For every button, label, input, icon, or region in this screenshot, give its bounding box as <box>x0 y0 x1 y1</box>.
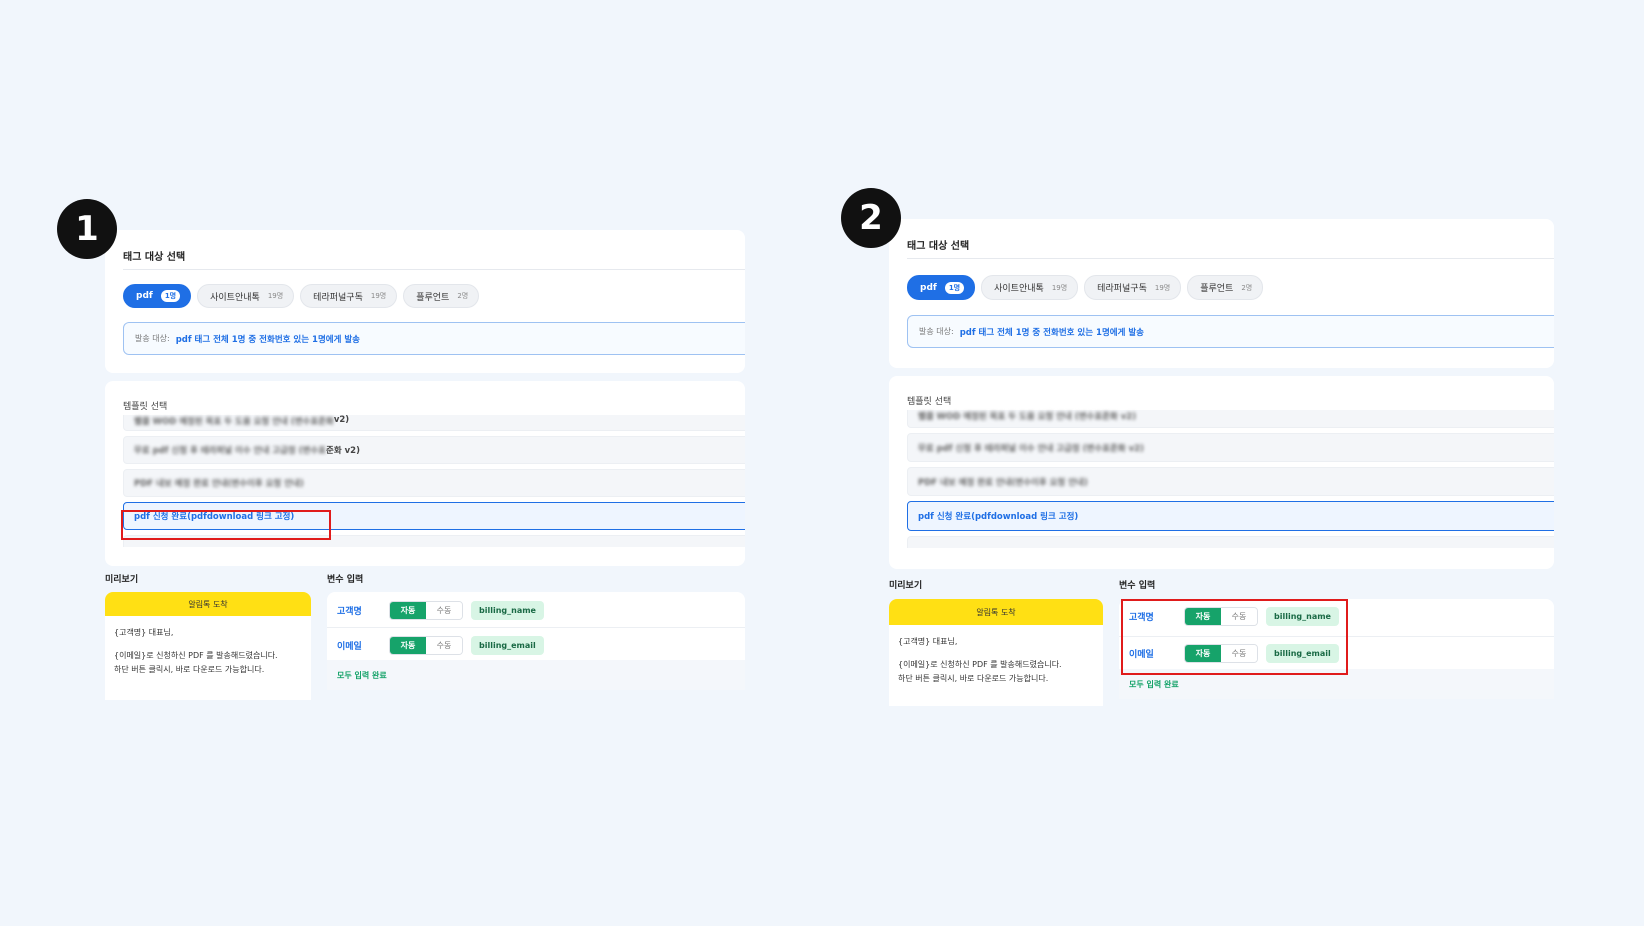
tag-section-title: 태그 대상 선택 <box>907 241 970 252</box>
template-item-name: 무료 pdf 신청 후 테라퍼널 이수 안내 고급정 (변수표 <box>134 446 327 456</box>
tag-chip-label: pdf <box>136 291 153 301</box>
template-section-label: 템플릿 선택 <box>123 402 168 412</box>
tag-chip-terafunnel[interactable]: 테라퍼널구독 19명 <box>1084 275 1182 300</box>
message-preview: 알림톡 도착 {고객명} 대표님, {이메일}로 신청하신 PDF 를 발송해드… <box>889 599 1103 706</box>
variable-value-tag: billing_name <box>471 601 544 620</box>
send-target-box: 발송 대상: pdf 태그 전체 1명 중 전화번호 있는 1명에게 발송 <box>123 322 745 355</box>
tag-target-card: 태그 대상 선택 pdf 1명 사이트안내톡 19명 테라퍼널구독 19명 플루… <box>105 230 745 373</box>
variable-row-customer-name: 고객명 자동 수동 billing_name <box>327 601 745 620</box>
preview-label: 미리보기 <box>889 581 923 591</box>
template-item-name: 무료 pdf 신청 후 테라퍼널 이수 안내 고급정 (변수표준화 v2) <box>918 443 1144 454</box>
send-target-value: pdf 태그 전체 1명 중 전화번호 있는 1명에게 발송 <box>959 327 1144 338</box>
tag-chip-count: 1명 <box>160 290 181 302</box>
tag-chip-label: 플루언트 <box>416 292 450 303</box>
template-item-name: PDF 내보 예정 완료 안내(변수이후 요청 안내) <box>134 479 304 489</box>
send-target-box: 발송 대상: pdf 태그 전체 1명 중 전화번호 있는 1명에게 발송 <box>907 315 1554 348</box>
tag-chip-label: 사이트안내톡 <box>994 284 1044 294</box>
send-target-label: 발송 대상: <box>919 327 954 336</box>
tag-chip-label: 테라퍼널구독 <box>313 292 363 303</box>
template-item[interactable]: 무료 pdf 신청 후 테라퍼널 이수 안내 고급정 (변수표준화 v2) <box>123 436 745 464</box>
tag-chip-terafunnel[interactable]: 테라퍼널구독 19명 <box>300 284 398 308</box>
tag-chip-label: 플루언트 <box>1200 284 1234 294</box>
manual-option[interactable]: 수동 <box>426 637 462 654</box>
tag-chip-fluent[interactable]: 플루언트 2명 <box>403 284 480 308</box>
preview-label: 미리보기 <box>105 575 139 585</box>
preview-line: 하단 버튼 클릭시, 바로 다운로드 가능합니다. <box>898 674 1049 683</box>
tag-section-title: 태그 대상 선택 <box>123 252 186 263</box>
divider <box>907 258 1554 259</box>
manual-option[interactable]: 수동 <box>426 602 462 619</box>
tag-chip-count: 19명 <box>267 292 284 300</box>
auto-option[interactable]: 자동 <box>390 637 426 654</box>
variables-label: 변수 입력 <box>1119 581 1156 591</box>
tag-chip-fluent[interactable]: 플루언트 2명 <box>1187 275 1264 300</box>
tag-chip-count: 19명 <box>1051 283 1068 292</box>
highlight-variable-rows <box>1121 599 1348 675</box>
preview-body: {고객명} 대표님, {이메일}로 신청하신 PDF 를 발송해드렸습니다. 하… <box>889 625 1103 696</box>
template-item-next[interactable] <box>907 536 1554 548</box>
send-target-label: 발송 대상: <box>135 334 170 343</box>
template-select-card: 템플릿 선택 웹클 WOD 예정된 목표 두 도움 요청 안내 (변수표준화 v… <box>889 376 1554 569</box>
auto-option[interactable]: 자동 <box>390 602 426 619</box>
screenshot-panel-1: 태그 대상 선택 pdf 1명 사이트안내톡 19명 테라퍼널구독 19명 플루… <box>105 230 745 700</box>
preview-line: {이메일}로 신청하신 PDF 를 발송해드렸습니다. <box>114 651 278 660</box>
variables-label: 변수 입력 <box>327 575 364 585</box>
tag-chip-count: 2명 <box>457 292 469 300</box>
variable-value-tag: billing_email <box>471 636 544 655</box>
step-badge-2: 2 <box>841 188 901 248</box>
tag-chip-count: 1명 <box>944 281 965 294</box>
tag-chip-pdf[interactable]: pdf 1명 <box>123 284 192 308</box>
variable-name: 고객명 <box>337 607 362 617</box>
preview-line: {이메일}로 신청하신 PDF 를 발송해드렸습니다. <box>898 660 1062 669</box>
template-item[interactable]: 웹클 WOD 예정된 목표 두 도움 요청 안내 (변수표준화 v2) <box>907 410 1554 428</box>
tag-chip-label: 사이트안내톡 <box>210 292 260 303</box>
template-item-name: pdf 신청 완료(pdfdownload 링크 고정) <box>918 512 1079 522</box>
tag-chip-group: pdf 1명 사이트안내톡 19명 테라퍼널구독 19명 플루언트 2명 <box>907 275 1264 300</box>
variables-panel: 고객명 자동 수동 billing_name 이메일 자동 수동 billing… <box>327 592 745 690</box>
send-target-value: pdf 태그 전체 1명 중 전화번호 있는 1명에게 발송 <box>175 334 360 345</box>
template-item[interactable]: PDF 내보 예정 완료 안내(변수이후 요청 안내) <box>123 469 745 497</box>
highlight-selected-template <box>121 510 331 540</box>
divider <box>123 269 745 270</box>
tag-target-card: 태그 대상 선택 pdf 1명 사이트안내톡 19명 테라퍼널구독 19명 플루… <box>889 219 1554 368</box>
tag-chip-pdf[interactable]: pdf 1명 <box>907 275 976 300</box>
tag-chip-label: pdf <box>920 282 937 293</box>
message-preview: 알림톡 도착 {고객명} 대표님, {이메일}로 신청하신 PDF 를 발송해드… <box>105 592 311 700</box>
tag-chip-count: 19명 <box>370 292 387 300</box>
template-item-name: 웹클 WOD 예정된 목표 두 도움 요청 안내 (변수표준화 <box>134 417 334 427</box>
tag-chip-site-guide[interactable]: 사이트안내톡 19명 <box>981 275 1079 300</box>
template-item[interactable]: 무료 pdf 신청 후 테라퍼널 이수 안내 고급정 (변수표준화 v2) <box>907 433 1554 462</box>
tag-chip-label: 테라퍼널구독 <box>1097 284 1147 294</box>
preview-line: 하단 버튼 클릭시, 바로 다운로드 가능합니다. <box>114 665 265 674</box>
template-item[interactable]: 웹클 WOD 예정된 목표 두 도움 요청 안내 (변수표준화 v2) <box>123 415 745 431</box>
preview-line: {고객명} 대표님, <box>114 628 174 637</box>
variable-name: 이메일 <box>337 642 362 652</box>
tag-chip-site-guide[interactable]: 사이트안내톡 19명 <box>197 284 295 308</box>
preview-line: {고객명} 대표님, <box>898 637 958 646</box>
auto-manual-toggle[interactable]: 자동 수동 <box>389 601 463 620</box>
template-item-name: PDF 내보 예정 완료 안내(변수이후 요청 안내) <box>918 477 1088 488</box>
template-list[interactable]: 웹클 WOD 예정된 목표 두 도움 요청 안내 (변수표준화 v2) 무료 p… <box>907 410 1554 548</box>
template-item-name: 웹클 WOD 예정된 목표 두 도움 요청 안내 (변수표준화 v2) <box>918 412 1137 422</box>
preview-header: 알림톡 도착 <box>105 592 311 616</box>
tag-chip-count: 2명 <box>1241 283 1253 292</box>
template-item[interactable]: PDF 내보 예정 완료 안내(변수이후 요청 안내) <box>907 467 1554 496</box>
preview-body: {고객명} 대표님, {이메일}로 신청하신 PDF 를 발송해드렸습니다. 하… <box>105 616 311 687</box>
step-badge-1: 1 <box>57 199 117 259</box>
template-section-label: 템플릿 선택 <box>907 397 952 407</box>
variables-complete-status: 모두 입력 완료 <box>327 660 745 690</box>
preview-header: 알림톡 도착 <box>889 599 1103 625</box>
divider <box>327 627 745 628</box>
tag-chip-group: pdf 1명 사이트안내톡 19명 테라퍼널구독 19명 플루언트 2명 <box>123 284 480 308</box>
template-item-suffix: v2) <box>333 415 350 425</box>
auto-manual-toggle[interactable]: 자동 수동 <box>389 636 463 655</box>
template-item-selected[interactable]: pdf 신청 완료(pdfdownload 링크 고정) <box>907 501 1554 531</box>
variable-row-email: 이메일 자동 수동 billing_email <box>327 636 745 655</box>
template-item-suffix: 준화 v2) <box>326 446 360 456</box>
tag-chip-count: 19명 <box>1154 283 1171 292</box>
